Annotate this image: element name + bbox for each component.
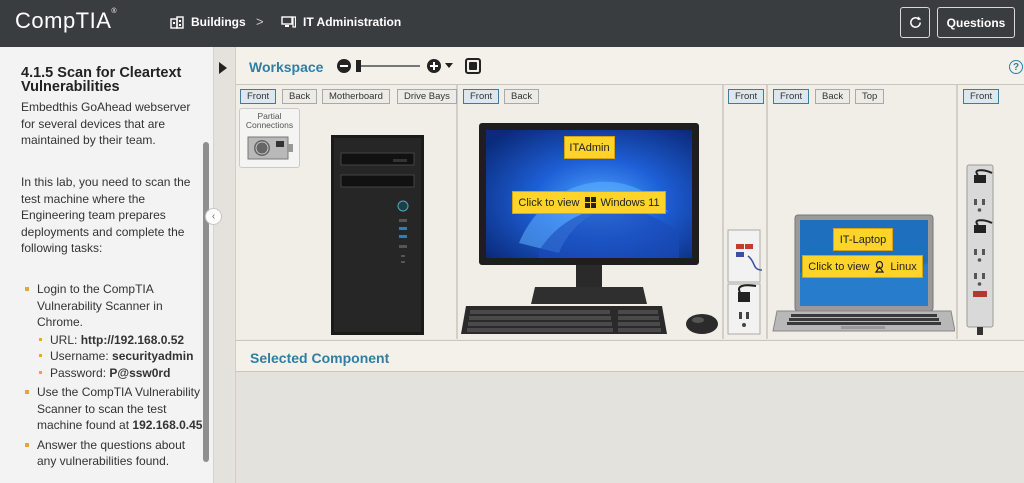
laptop-top-button[interactable]: Top [855,89,885,104]
zoom-in-icon[interactable] [427,59,441,73]
powerstrip-front-button[interactable]: Front [963,89,1000,104]
collapse-panel-button[interactable]: ‹ [205,208,222,225]
lab-intro: Embedthis GoAhead webserver for several … [21,100,191,147]
windows-logo-icon [584,197,596,208]
refresh-button[interactable] [900,7,930,38]
selected-component-header: Selected Component [236,340,1024,372]
pc-drive-bays-button[interactable]: Drive Bays [397,89,457,104]
target-ip: 192.168.0.45 [132,418,203,432]
task-item-login: Login to the CompTIA Vulnerability Scann… [25,281,207,381]
refresh-icon [909,16,921,28]
lab-task-intro: In this lab, you need to scan the test m… [21,175,191,255]
monitor-back-button[interactable]: Back [504,89,540,104]
section-divider [956,85,958,339]
section-divider [722,85,724,339]
breadcrumb-buildings[interactable]: Buildings [170,15,246,29]
computer-icon [281,15,296,28]
breadcrumb-it-administration-label: IT Administration [303,15,402,29]
linux-tux-icon [875,260,885,273]
view-windows-badge[interactable]: Click to view Windows 11 [512,191,666,214]
wall-outlet-image[interactable] [726,228,762,336]
fit-to-screen-icon[interactable] [465,58,481,74]
expand-strip[interactable] [214,47,236,483]
lab-title: 4.1.5 Scan for Cleartext Vulnerabilities [21,65,182,95]
help-icon[interactable]: ? [1009,60,1023,74]
mouse-image[interactable] [685,313,719,335]
keyboard-image[interactable] [460,304,668,336]
partial-connections-tray[interactable]: Partial Connections [239,108,300,168]
selected-component-title: Selected Component [250,350,390,366]
buildings-icon [170,15,184,29]
questions-button[interactable]: Questions [937,7,1015,38]
click-to-view-label: Click to view [518,196,580,209]
laptop-front-button[interactable]: Front [773,89,810,104]
linux-os-label: Linux [890,260,917,273]
section-divider [456,85,458,339]
breadcrumb-buildings-label: Buildings [191,15,246,29]
credential-password: Password: P@ssw0rd [37,365,207,382]
breadcrumb-separator: > [256,14,264,29]
itadmin-label-badge[interactable]: ITAdmin [564,136,615,159]
outlet-front-button[interactable]: Front [728,89,765,104]
it-laptop-label-badge[interactable]: IT-Laptop [833,228,893,251]
power-strip-image[interactable] [964,163,996,335]
zoom-slider-thumb[interactable] [356,60,361,72]
credential-url: URL: http://192.168.0.52 [37,332,207,349]
monitor-front-button[interactable]: Front [463,89,500,104]
chevron-left-icon: ‹ [211,211,216,222]
task-list: Login to the CompTIA Vulnerability Scann… [25,281,207,473]
task-item-scan: Use the CompTIA Vulnerability Scanner to… [25,384,207,434]
expand-arrow-icon [219,62,227,74]
selected-component-area [236,372,1024,483]
credentials-list: URL: http://192.168.0.52 Username: secur… [37,332,207,382]
password-value: P@ssw0rd [109,365,171,380]
url-value: http://192.168.0.52 [80,332,185,347]
workspace-title: Workspace [249,59,324,75]
top-bar: CompTIA® Buildings > IT Administration Q… [0,0,1024,47]
lab-instructions-panel: 4.1.5 Scan for Cleartext Vulnerabilities… [0,47,214,483]
comptia-logo: CompTIA® [15,8,118,33]
pc-tower-image[interactable] [331,135,424,335]
section-divider [766,85,768,339]
pc-motherboard-button[interactable]: Motherboard [322,89,390,104]
task-item-questions: Answer the questions about any vulnerabi… [25,437,207,470]
partial-connections-label: Partial Connections [245,111,294,130]
pc-back-button[interactable]: Back [282,89,318,104]
click-to-view-label: Click to view [808,260,870,273]
zoom-slider-track[interactable] [358,65,420,67]
zoom-dropdown-icon[interactable] [445,63,453,68]
credential-username: Username: securityadmin [37,348,207,365]
view-linux-badge[interactable]: Click to view Linux [802,255,923,278]
pc-front-button[interactable]: Front [240,89,277,104]
laptop-back-button[interactable]: Back [815,89,851,104]
workspace-toolbar: Workspace ? [236,47,1024,85]
username-value: securityadmin [112,349,194,363]
instructions-scrollbar[interactable] [203,142,209,462]
zoom-out-icon[interactable] [337,59,351,73]
power-supply-icon [247,136,293,160]
breadcrumb-it-administration[interactable]: IT Administration [281,15,401,29]
windows-os-label: Windows 11 [600,196,660,209]
